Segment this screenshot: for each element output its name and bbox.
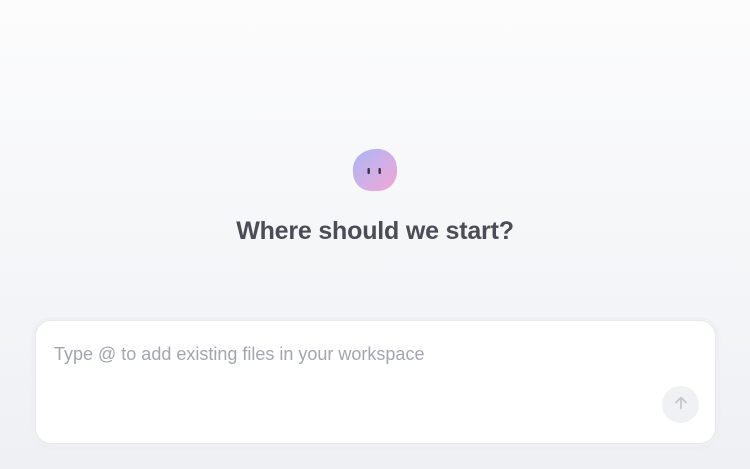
send-button[interactable] [662, 386, 699, 423]
welcome-hero: Where should we start? [0, 146, 750, 246]
prompt-input[interactable] [54, 341, 654, 367]
chat-composer [35, 320, 716, 444]
blob-face-icon [351, 146, 399, 194]
page-title: Where should we start? [236, 217, 514, 245]
arrow-up-icon [673, 395, 689, 414]
